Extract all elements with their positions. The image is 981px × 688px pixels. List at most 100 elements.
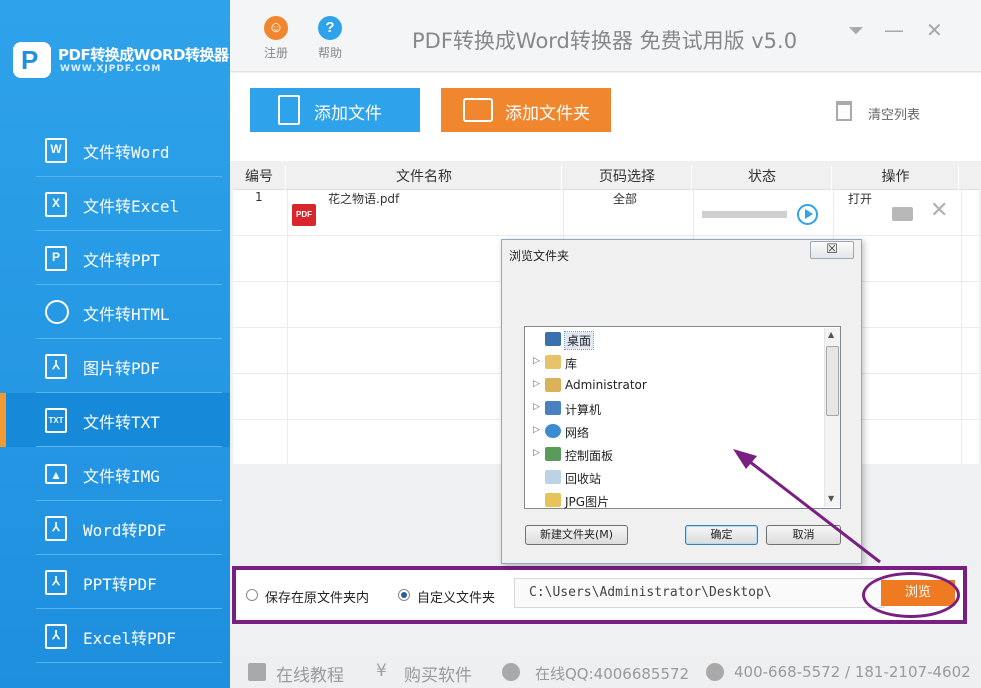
tree-item-desktop[interactable]: 桌面 bbox=[533, 329, 823, 351]
tree-item-recycle-bin[interactable]: 回收站 bbox=[533, 467, 823, 489]
folder-tree[interactable]: 桌面 ▷ 库 ▷ Administrator ▷ 计算机 ▷ 网络 ▷ 控制面板 bbox=[524, 326, 841, 509]
window-title: PDF转换成Word转换器 免费试用版 v5.0 bbox=[412, 29, 798, 53]
open-button[interactable]: 打开 bbox=[848, 190, 872, 207]
tree-item-computer[interactable]: ▷ 计算机 bbox=[533, 398, 823, 420]
sidebar-item-excel[interactable]: X 文件转Excel bbox=[0, 177, 230, 231]
tree-item-label: JPG图片 bbox=[565, 495, 610, 509]
close-icon[interactable]: ✕ bbox=[926, 18, 943, 42]
buy-software-link[interactable]: 购买软件 bbox=[404, 661, 472, 686]
sidebar-item-label: 文件转Excel bbox=[83, 197, 180, 216]
sidebar-item-label: 文件转PPT bbox=[83, 251, 160, 270]
sidebar-item-label: 文件转TXT bbox=[83, 413, 160, 432]
sidebar-item-label: 文件转Word bbox=[83, 143, 170, 162]
tree-item-library[interactable]: ▷ 库 bbox=[533, 352, 823, 374]
qq-contact[interactable]: 在线QQ:4006685572 bbox=[535, 663, 689, 684]
scrollbar-thumb[interactable] bbox=[826, 346, 839, 416]
help-button[interactable]: ? 帮助 bbox=[310, 16, 350, 61]
tree-item-administrator[interactable]: ▷ Administrator bbox=[533, 375, 823, 397]
cancel-button[interactable]: 取消 bbox=[766, 525, 841, 545]
sidebar-item-word-to-pdf[interactable]: ⅄ Word转PDF bbox=[0, 501, 230, 555]
pdf-icon: ⅄ bbox=[45, 624, 67, 649]
user-folder-icon bbox=[545, 378, 561, 392]
sidebar-item-label: PPT转PDF bbox=[83, 575, 157, 594]
tree-item-label: 计算机 bbox=[565, 403, 602, 417]
ppt-icon: P bbox=[45, 246, 67, 271]
row-index: 1 bbox=[255, 190, 263, 204]
toolbar: 添加文件 添加文件夹 清空列表 bbox=[230, 73, 981, 161]
register-label: 注册 bbox=[263, 46, 288, 60]
row-filename: 花之物语.pdf bbox=[328, 192, 400, 206]
table-row[interactable]: 1 PDF 花之物语.pdf 全部 打开 ✕ bbox=[233, 190, 979, 236]
sidebar-item-label: Word转PDF bbox=[83, 521, 167, 540]
pdf-icon: ⅄ bbox=[45, 570, 67, 595]
register-button[interactable]: ☺ 注册 bbox=[256, 16, 296, 61]
sidebar-item-ppt[interactable]: P 文件转PPT bbox=[0, 231, 230, 285]
tree-item-label: 库 bbox=[565, 357, 578, 371]
output-path-input[interactable]: C:\Users\Administrator\Desktop\ bbox=[514, 578, 884, 608]
trash-icon bbox=[836, 101, 852, 121]
ok-button[interactable]: 确定 bbox=[685, 525, 758, 545]
scroll-up-icon[interactable]: ▲ bbox=[828, 330, 834, 339]
sidebar-item-img[interactable]: ▲ 文件转IMG bbox=[0, 447, 230, 501]
sidebar-item-ppt-to-pdf[interactable]: ⅄ PPT转PDF bbox=[0, 555, 230, 609]
logo-area: P PDF转换成WORD转换器 WWW.XJPDF.COM bbox=[0, 0, 230, 122]
app-domain: WWW.XJPDF.COM bbox=[60, 64, 162, 74]
app-logo: P bbox=[13, 42, 51, 78]
sidebar-item-txt[interactable]: TXT 文件转TXT bbox=[0, 393, 230, 447]
folder-icon[interactable] bbox=[892, 207, 913, 221]
dialog-close-button[interactable]: ☒ bbox=[810, 241, 854, 259]
sidebar-item-label: 文件转IMG bbox=[83, 467, 160, 486]
logo-letter: P bbox=[21, 45, 39, 75]
tree-item-control-panel[interactable]: ▷ 控制面板 bbox=[533, 444, 823, 466]
scroll-down-icon[interactable]: ▼ bbox=[828, 494, 834, 503]
add-folder-button[interactable]: 添加文件夹 bbox=[441, 88, 611, 132]
tree-item-jpg-folder[interactable]: JPG图片 bbox=[533, 490, 823, 512]
folder-icon bbox=[545, 493, 561, 507]
recycle-bin-icon bbox=[545, 470, 561, 484]
column-header-index: 编号 bbox=[233, 166, 286, 190]
image-icon: ▲ bbox=[45, 464, 67, 484]
tree-scrollbar[interactable]: ▲ ▼ bbox=[824, 328, 840, 507]
save-original-radio[interactable] bbox=[246, 589, 258, 601]
yen-icon: ¥ bbox=[376, 661, 387, 681]
pdf-icon: ⅄ bbox=[45, 354, 67, 379]
online-tutorial-link[interactable]: 在线教程 bbox=[276, 661, 344, 686]
tree-item-network[interactable]: ▷ 网络 bbox=[533, 421, 823, 443]
control-panel-icon bbox=[545, 447, 561, 461]
phone-icon bbox=[706, 663, 724, 681]
file-icon bbox=[278, 95, 300, 125]
sidebar-item-label: 图片转PDF bbox=[83, 359, 160, 378]
add-file-button[interactable]: 添加文件 bbox=[250, 88, 420, 132]
save-custom-radio[interactable] bbox=[398, 589, 410, 601]
pdf-icon: ⅄ bbox=[45, 516, 67, 541]
save-original-label[interactable]: 保存在原文件夹内 bbox=[265, 587, 369, 606]
tree-item-label: Administrator bbox=[565, 378, 647, 392]
browse-folder-dialog: 浏览文件夹 ☒ 桌面 ▷ 库 ▷ Administrator ▷ 计算机 ▷ 网… bbox=[501, 239, 862, 564]
tutorial-icon bbox=[248, 663, 266, 681]
computer-icon bbox=[545, 401, 561, 415]
folder-icon bbox=[463, 98, 493, 122]
tree-item-label: 网络 bbox=[565, 426, 590, 440]
network-icon bbox=[545, 424, 561, 438]
add-file-label: 添加文件 bbox=[314, 104, 382, 124]
menu-dropdown-icon[interactable]: ⏷ bbox=[848, 18, 864, 42]
sidebar-item-excel-to-pdf[interactable]: ⅄ Excel转PDF bbox=[0, 609, 230, 663]
progress-bar bbox=[702, 211, 787, 218]
sidebar-item-word[interactable]: W 文件转Word bbox=[0, 123, 230, 177]
save-custom-label[interactable]: 自定义文件夹 bbox=[417, 587, 495, 606]
title-bar: ☺ 注册 ? 帮助 PDF转换成Word转换器 免费试用版 v5.0 ⏷ — ✕ bbox=[230, 0, 981, 72]
qq-icon bbox=[502, 663, 520, 681]
add-folder-label: 添加文件夹 bbox=[505, 104, 590, 124]
excel-icon: X bbox=[45, 192, 67, 217]
user-icon: ☺ bbox=[264, 16, 288, 40]
desktop-icon bbox=[545, 332, 561, 346]
new-folder-button[interactable]: 新建文件夹(M) bbox=[525, 525, 628, 545]
sidebar-item-image-to-pdf[interactable]: ⅄ 图片转PDF bbox=[0, 339, 230, 393]
minimize-icon[interactable]: — bbox=[884, 18, 904, 42]
word-icon: W bbox=[45, 138, 67, 163]
row-pages[interactable]: 全部 bbox=[613, 190, 637, 236]
sidebar-item-html[interactable]: 文件转HTML bbox=[0, 285, 230, 339]
remove-icon[interactable]: ✕ bbox=[930, 196, 948, 226]
play-icon[interactable] bbox=[797, 204, 818, 225]
tree-item-label: 控制面板 bbox=[565, 449, 614, 463]
